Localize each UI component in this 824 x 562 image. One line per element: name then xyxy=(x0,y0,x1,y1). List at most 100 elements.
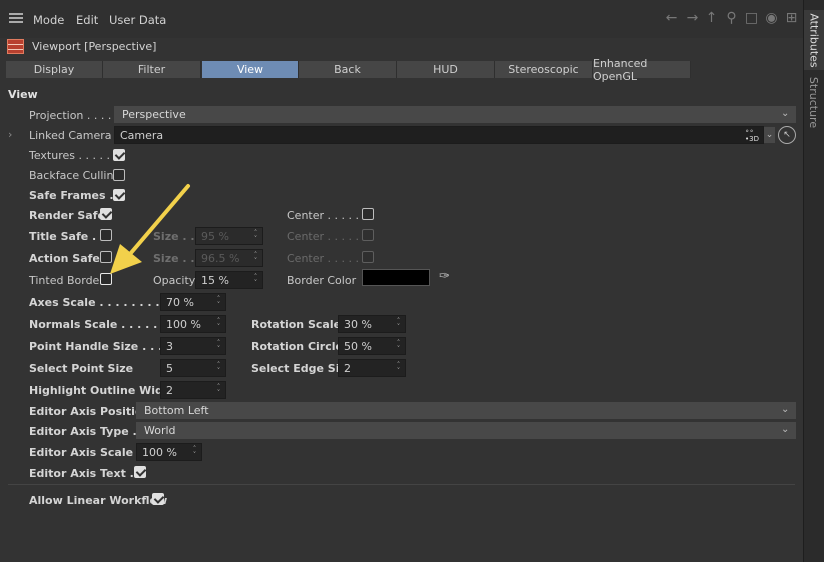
back-arrow-icon[interactable]: ← xyxy=(663,9,680,26)
editor-axis-scale-label: Editor Axis Scale . . xyxy=(29,446,150,459)
render-safe-center-checkbox[interactable] xyxy=(362,208,374,220)
chevron-down-icon: ⌄ xyxy=(781,108,790,119)
side-tabs: Attributes Structure xyxy=(803,0,824,562)
editor-axis-scale-field[interactable]: 100 % ˄ ˅ xyxy=(136,443,202,461)
tab-structure[interactable]: Structure xyxy=(804,72,824,132)
chevron-down-icon: ⌄ xyxy=(781,404,790,415)
spinner-icon: ˄ ˅ xyxy=(253,251,258,265)
tab-enhanced-opengl[interactable]: Enhanced OpenGL xyxy=(593,57,691,83)
spinner-icon[interactable]: ˄ ˅ xyxy=(395,340,402,353)
action-safe-size-field: 96.5 % ˄ ˅ xyxy=(195,249,263,267)
tab-back[interactable]: Back xyxy=(299,61,397,78)
rotation-circle-value: 50 % xyxy=(344,339,372,353)
spinner-icon[interactable]: ˄ ˅ xyxy=(215,340,222,353)
normals-scale-label: Normals Scale . . . . . . . xyxy=(29,318,174,331)
title-safe-label: Title Safe . . xyxy=(29,230,105,243)
select-edge-size-field[interactable]: 2 ˄ ˅ xyxy=(338,359,406,377)
menu-edit[interactable]: Edit xyxy=(76,13,98,27)
spinner-icon[interactable]: ˄ ˅ xyxy=(215,384,222,397)
tab-stereoscopic[interactable]: Stereoscopic xyxy=(495,61,593,78)
new-panel-icon[interactable]: ⊞ xyxy=(783,9,800,26)
tab-attributes-label: Attributes xyxy=(807,12,821,68)
spinner-icon: ˄ ˅ xyxy=(253,229,258,243)
eyedropper-icon[interactable]: ✑ xyxy=(439,269,450,284)
editor-axis-text-checkbox[interactable] xyxy=(134,466,146,478)
render-safe-label: Render Safe xyxy=(29,209,105,222)
pick-object-icon[interactable]: ↖ xyxy=(778,126,796,144)
point-handle-size-field[interactable]: 3 ˄ ˅ xyxy=(160,337,226,355)
editor-axis-position-dropdown[interactable]: Bottom Left ⌄ xyxy=(136,402,796,419)
up-arrow-icon[interactable]: ↑ xyxy=(703,9,720,26)
title-safe-size-field: 95 % ˄ ˅ xyxy=(195,227,263,245)
select-point-size-value: 5 xyxy=(166,361,173,375)
editor-axis-type-label: Editor Axis Type . . xyxy=(29,425,145,438)
title-safe-size-value: 95 % xyxy=(201,229,229,243)
action-safe-center-checkbox xyxy=(362,251,374,263)
action-safe-size-value: 96.5 % xyxy=(201,251,240,265)
highlight-outline-width-field[interactable]: 2 ˄ ˅ xyxy=(160,381,226,399)
viewport-icon xyxy=(7,39,24,54)
tab-filter[interactable]: Filter xyxy=(103,61,201,78)
projection-label: Projection . . . . xyxy=(29,109,112,122)
tinted-border-label: Tinted Border xyxy=(29,274,104,287)
search-icon[interactable]: ⚲ xyxy=(723,9,740,26)
forward-arrow-icon[interactable]: → xyxy=(684,9,701,26)
editor-axis-type-dropdown[interactable]: World ⌄ xyxy=(136,422,796,439)
tab-display[interactable]: Display xyxy=(6,61,103,78)
rotation-circle-field[interactable]: 50 % ˄ ˅ xyxy=(338,337,406,355)
allow-linear-workflow-checkbox[interactable] xyxy=(152,493,164,505)
spinner-icon[interactable]: ˄ ˅ xyxy=(252,274,259,287)
editor-axis-text-label: Editor Axis Text . . xyxy=(29,467,142,480)
projection-value: Perspective xyxy=(122,108,186,121)
3d-object-icon: ∘∘ •3D xyxy=(745,127,759,143)
highlight-outline-width-label: Highlight Outline Width xyxy=(29,384,176,397)
allow-linear-workflow-label: Allow Linear Workflow xyxy=(29,494,168,507)
normals-scale-field[interactable]: 100 % ˄ ˅ xyxy=(160,315,226,333)
section-title: View xyxy=(8,88,38,101)
select-point-size-field[interactable]: 5 ˄ ˅ xyxy=(160,359,226,377)
spinner-icon[interactable]: ˄ ˅ xyxy=(215,318,222,331)
textures-label: Textures . . . . . xyxy=(29,149,110,162)
editor-axis-type-value: World xyxy=(144,424,176,437)
menu-user-data[interactable]: User Data xyxy=(109,13,166,27)
hamburger-menu-icon[interactable] xyxy=(9,13,23,23)
rotation-scale-field[interactable]: 30 % ˄ ˅ xyxy=(338,315,406,333)
editor-axis-scale-value: 100 % xyxy=(142,445,177,459)
action-safe-center-label: Center . . . . . xyxy=(287,252,359,265)
editor-axis-position-value: Bottom Left xyxy=(144,404,209,417)
point-handle-size-value: 3 xyxy=(166,339,173,353)
linked-camera-field[interactable]: Camera xyxy=(114,126,764,144)
editor-axis-position-label: Editor Axis Position xyxy=(29,405,151,418)
chevron-down-icon: ⌄ xyxy=(781,424,790,435)
select-edge-size-value: 2 xyxy=(344,361,351,375)
border-color-swatch[interactable] xyxy=(362,269,430,286)
axes-scale-field[interactable]: 70 % ˄ ˅ xyxy=(160,293,226,311)
spinner-icon[interactable]: ˄ ˅ xyxy=(395,362,402,375)
title-safe-center-checkbox xyxy=(362,229,374,241)
expand-chevron-icon[interactable]: › xyxy=(8,128,12,141)
border-color-label: Border Color xyxy=(287,274,357,287)
spinner-icon[interactable]: ˄ ˅ xyxy=(395,318,402,331)
spinner-icon[interactable]: ˄ ˅ xyxy=(215,362,222,375)
tab-hud[interactable]: HUD xyxy=(397,61,495,78)
projection-dropdown[interactable]: Perspective ⌄ xyxy=(114,106,796,123)
target-icon[interactable]: ◉ xyxy=(763,9,780,26)
object-title: Viewport [Perspective] xyxy=(32,40,157,53)
opacity-field[interactable]: 15 % ˄ ˅ xyxy=(195,271,263,289)
rotation-scale-label: Rotation Scale xyxy=(251,318,342,331)
title-safe-center-label: Center . . . . . xyxy=(287,230,359,243)
select-point-size-label: Select Point Size xyxy=(29,362,134,375)
rotation-scale-value: 30 % xyxy=(344,317,372,331)
tab-view[interactable]: View xyxy=(202,61,299,78)
textures-checkbox[interactable] xyxy=(113,149,125,161)
menu-mode[interactable]: Mode xyxy=(33,13,64,27)
tab-attributes[interactable]: Attributes xyxy=(804,10,824,70)
spinner-icon[interactable]: ˄ ˅ xyxy=(215,296,222,309)
lock-icon[interactable]: □ xyxy=(743,9,760,26)
point-handle-size-label: Point Handle Size . . . . . xyxy=(29,340,179,353)
linked-camera-label: Linked Camera xyxy=(29,129,112,142)
opacity-value: 15 % xyxy=(201,273,229,287)
chevron-down-icon[interactable]: ⌄ xyxy=(764,127,775,143)
normals-scale-value: 100 % xyxy=(166,317,201,331)
spinner-icon[interactable]: ˄ ˅ xyxy=(191,446,198,459)
